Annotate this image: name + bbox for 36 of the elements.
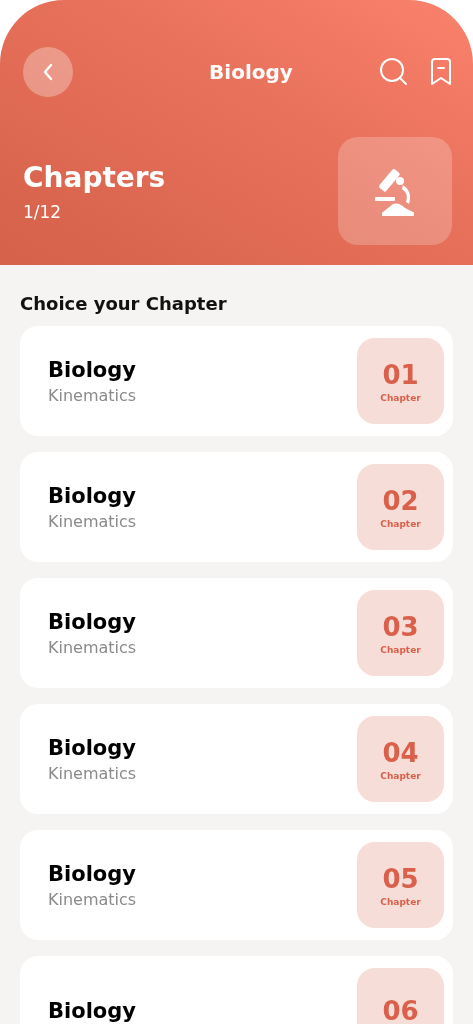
chapter-subtitle: Kinematics xyxy=(48,511,137,531)
search-icon[interactable] xyxy=(379,57,409,87)
chevron-left-icon xyxy=(41,62,55,82)
chapter-card[interactable]: Biology Kinematics 04 Chapter xyxy=(20,704,453,814)
page-title: Biology xyxy=(209,60,293,84)
chapter-title: Biology xyxy=(48,483,137,508)
chapter-label: Chapter xyxy=(380,392,421,403)
chapter-number: 01 xyxy=(382,359,419,390)
chapter-card[interactable]: Biology Kinematics 01 Chapter xyxy=(20,326,453,436)
chapter-label: Chapter xyxy=(380,644,421,655)
chapter-number: 03 xyxy=(382,611,419,642)
bookmark-icon[interactable] xyxy=(429,57,453,87)
section-title: Chapters xyxy=(23,160,166,194)
chapter-label: Chapter xyxy=(380,770,421,781)
chapter-card[interactable]: Biology Kinematics 05 Chapter xyxy=(20,830,453,940)
chapter-number: 04 xyxy=(382,737,419,768)
list-heading: Choice your Chapter xyxy=(20,293,228,314)
chapter-title: Biology xyxy=(48,735,137,760)
back-button[interactable] xyxy=(23,47,73,97)
chapter-title: Biology xyxy=(48,609,137,634)
chapter-label: Chapter xyxy=(380,518,421,529)
chapter-title: Biology xyxy=(48,999,136,1023)
chapter-title: Biology xyxy=(48,357,137,382)
chapter-subtitle: Kinematics xyxy=(48,637,137,657)
chapter-number: 06 xyxy=(382,996,419,1024)
chapter-number: 05 xyxy=(382,863,419,894)
progress-text: 1/12 xyxy=(23,201,63,222)
chapter-number: 02 xyxy=(382,485,419,516)
chapter-subtitle: Kinematics xyxy=(48,889,137,909)
chapter-subtitle: Kinematics xyxy=(48,385,137,405)
chapter-card[interactable]: Biology Kinematics 03 Chapter xyxy=(20,578,453,688)
chapter-card[interactable]: Biology Kinematics 02 Chapter xyxy=(20,452,453,562)
chapter-title: Biology xyxy=(48,861,137,886)
chapter-card[interactable]: Biology 06 xyxy=(20,956,453,1024)
chapter-label: Chapter xyxy=(380,896,421,907)
chapter-subtitle: Kinematics xyxy=(48,763,137,783)
